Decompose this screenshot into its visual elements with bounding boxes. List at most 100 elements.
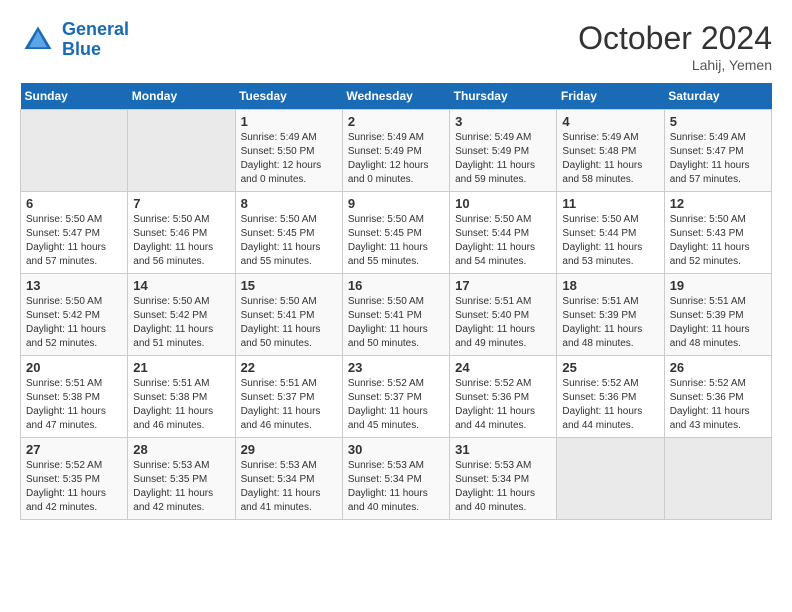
day-number: 1 (241, 114, 337, 129)
calendar-cell: 20 Sunrise: 5:51 AM Sunset: 5:38 PM Dayli… (21, 356, 128, 438)
calendar-cell: 31 Sunrise: 5:53 AM Sunset: 5:34 PM Dayli… (450, 438, 557, 520)
day-info: Sunrise: 5:50 AM Sunset: 5:42 PM Dayligh… (26, 295, 122, 351)
calendar-cell: 9Sunrise: 5:50 AM Sunset: 5:45 PM Daylig… (342, 192, 449, 274)
day-number: 13 (26, 278, 122, 293)
logo-line2: Blue (62, 39, 101, 59)
calendar-table: SundayMondayTuesdayWednesdayThursdayFrid… (20, 83, 772, 520)
day-number: 25 (562, 360, 658, 375)
day-info: Sunrise: 5:50 AM Sunset: 5:44 PM Dayligh… (562, 213, 658, 269)
day-info: Sunrise: 5:52 AM Sunset: 5:37 PM Dayligh… (348, 377, 444, 433)
calendar-cell: 16Sunrise: 5:50 AM Sunset: 5:41 PM Dayli… (342, 274, 449, 356)
day-number: 11 (562, 196, 658, 211)
day-number: 16 (348, 278, 444, 293)
day-number: 31 (455, 442, 551, 457)
calendar-cell: 13 Sunrise: 5:50 AM Sunset: 5:42 PM Dayli… (21, 274, 128, 356)
title-block: October 2024 Lahij, Yemen (578, 20, 772, 73)
day-number: 17 (455, 278, 551, 293)
weekday-header-friday: Friday (557, 83, 664, 110)
month-title: October 2024 (578, 20, 772, 57)
calendar-cell: 11 Sunrise: 5:50 AM Sunset: 5:44 PM Dayli… (557, 192, 664, 274)
day-number: 4 (562, 114, 658, 129)
day-info: Sunrise: 5:49 AM Sunset: 5:49 PM Dayligh… (455, 131, 551, 187)
day-info: Sunrise: 5:53 AM Sunset: 5:34 PM Dayligh… (455, 459, 551, 515)
day-info: Sunrise: 5:52 AM Sunset: 5:35 PM Dayligh… (26, 459, 122, 515)
calendar-cell: 25 Sunrise: 5:52 AM Sunset: 5:36 PM Dayli… (557, 356, 664, 438)
day-number: 24 (455, 360, 551, 375)
calendar-cell: 6 Sunrise: 5:50 AM Sunset: 5:47 PM Daylig… (21, 192, 128, 274)
calendar-cell: 5 Sunrise: 5:49 AM Sunset: 5:47 PM Daylig… (664, 110, 771, 192)
day-info: Sunrise: 5:49 AM Sunset: 5:49 PM Dayligh… (348, 131, 444, 187)
day-info: Sunrise: 5:50 AM Sunset: 5:47 PM Dayligh… (26, 213, 122, 269)
weekday-header-saturday: Saturday (664, 83, 771, 110)
day-info: Sunrise: 5:50 AM Sunset: 5:42 PM Dayligh… (133, 295, 229, 351)
calendar-cell: 21 Sunrise: 5:51 AM Sunset: 5:38 PM Dayli… (128, 356, 235, 438)
calendar-cell: 26 Sunrise: 5:52 AM Sunset: 5:36 PM Dayli… (664, 356, 771, 438)
day-info: Sunrise: 5:49 AM Sunset: 5:50 PM Dayligh… (241, 131, 337, 187)
calendar-cell (21, 110, 128, 192)
weekday-header-tuesday: Tuesday (235, 83, 342, 110)
day-info: Sunrise: 5:53 AM Sunset: 5:35 PM Dayligh… (133, 459, 229, 515)
calendar-cell: 2 Sunrise: 5:49 AM Sunset: 5:49 PM Daylig… (342, 110, 449, 192)
day-number: 26 (670, 360, 766, 375)
calendar-cell: 19Sunrise: 5:51 AM Sunset: 5:39 PM Dayli… (664, 274, 771, 356)
calendar-cell: 29 Sunrise: 5:53 AM Sunset: 5:34 PM Dayli… (235, 438, 342, 520)
day-number: 27 (26, 442, 122, 457)
calendar-week-row: 27 Sunrise: 5:52 AM Sunset: 5:35 PM Dayli… (21, 438, 772, 520)
day-info: Sunrise: 5:52 AM Sunset: 5:36 PM Dayligh… (455, 377, 551, 433)
day-info: Sunrise: 5:50 AM Sunset: 5:44 PM Dayligh… (455, 213, 551, 269)
day-info: Sunrise: 5:52 AM Sunset: 5:36 PM Dayligh… (562, 377, 658, 433)
weekday-header-sunday: Sunday (21, 83, 128, 110)
logo: General Blue (20, 20, 129, 60)
logo-text: General Blue (62, 20, 129, 60)
day-number: 2 (348, 114, 444, 129)
day-info: Sunrise: 5:51 AM Sunset: 5:40 PM Dayligh… (455, 295, 551, 351)
calendar-cell: 10Sunrise: 5:50 AM Sunset: 5:44 PM Dayli… (450, 192, 557, 274)
calendar-cell: 7Sunrise: 5:50 AM Sunset: 5:46 PM Daylig… (128, 192, 235, 274)
day-number: 5 (670, 114, 766, 129)
weekday-header-wednesday: Wednesday (342, 83, 449, 110)
calendar-cell: 8Sunrise: 5:50 AM Sunset: 5:45 PM Daylig… (235, 192, 342, 274)
day-info: Sunrise: 5:50 AM Sunset: 5:43 PM Dayligh… (670, 213, 766, 269)
day-info: Sunrise: 5:52 AM Sunset: 5:36 PM Dayligh… (670, 377, 766, 433)
day-number: 18 (562, 278, 658, 293)
day-number: 9 (348, 196, 444, 211)
day-number: 21 (133, 360, 229, 375)
day-number: 19 (670, 278, 766, 293)
calendar-cell: 23Sunrise: 5:52 AM Sunset: 5:37 PM Dayli… (342, 356, 449, 438)
calendar-cell: 14 Sunrise: 5:50 AM Sunset: 5:42 PM Dayli… (128, 274, 235, 356)
calendar-cell: 17 Sunrise: 5:51 AM Sunset: 5:40 PM Dayli… (450, 274, 557, 356)
day-number: 7 (133, 196, 229, 211)
day-number: 28 (133, 442, 229, 457)
day-number: 14 (133, 278, 229, 293)
calendar-cell: 24 Sunrise: 5:52 AM Sunset: 5:36 PM Dayli… (450, 356, 557, 438)
day-number: 12 (670, 196, 766, 211)
calendar-cell: 28 Sunrise: 5:53 AM Sunset: 5:35 PM Dayli… (128, 438, 235, 520)
calendar-week-row: 1 Sunrise: 5:49 AM Sunset: 5:50 PM Daylig… (21, 110, 772, 192)
day-info: Sunrise: 5:53 AM Sunset: 5:34 PM Dayligh… (348, 459, 444, 515)
calendar-week-row: 13 Sunrise: 5:50 AM Sunset: 5:42 PM Dayli… (21, 274, 772, 356)
calendar-cell: 12 Sunrise: 5:50 AM Sunset: 5:43 PM Dayli… (664, 192, 771, 274)
weekday-header-monday: Monday (128, 83, 235, 110)
day-number: 6 (26, 196, 122, 211)
logo-icon (20, 22, 56, 58)
day-info: Sunrise: 5:51 AM Sunset: 5:38 PM Dayligh… (133, 377, 229, 433)
day-number: 22 (241, 360, 337, 375)
day-info: Sunrise: 5:51 AM Sunset: 5:37 PM Dayligh… (241, 377, 337, 433)
day-number: 20 (26, 360, 122, 375)
calendar-cell: 1 Sunrise: 5:49 AM Sunset: 5:50 PM Daylig… (235, 110, 342, 192)
day-number: 29 (241, 442, 337, 457)
page-header: General Blue October 2024 Lahij, Yemen (20, 20, 772, 73)
day-info: Sunrise: 5:51 AM Sunset: 5:38 PM Dayligh… (26, 377, 122, 433)
location-subtitle: Lahij, Yemen (578, 57, 772, 73)
calendar-cell (128, 110, 235, 192)
calendar-cell: 22 Sunrise: 5:51 AM Sunset: 5:37 PM Dayli… (235, 356, 342, 438)
calendar-cell: 15 Sunrise: 5:50 AM Sunset: 5:41 PM Dayli… (235, 274, 342, 356)
calendar-cell: 30 Sunrise: 5:53 AM Sunset: 5:34 PM Dayli… (342, 438, 449, 520)
calendar-cell: 18Sunrise: 5:51 AM Sunset: 5:39 PM Dayli… (557, 274, 664, 356)
day-number: 15 (241, 278, 337, 293)
day-info: Sunrise: 5:50 AM Sunset: 5:41 PM Dayligh… (241, 295, 337, 351)
day-info: Sunrise: 5:49 AM Sunset: 5:47 PM Dayligh… (670, 131, 766, 187)
day-number: 30 (348, 442, 444, 457)
day-info: Sunrise: 5:53 AM Sunset: 5:34 PM Dayligh… (241, 459, 337, 515)
calendar-cell: 3Sunrise: 5:49 AM Sunset: 5:49 PM Daylig… (450, 110, 557, 192)
